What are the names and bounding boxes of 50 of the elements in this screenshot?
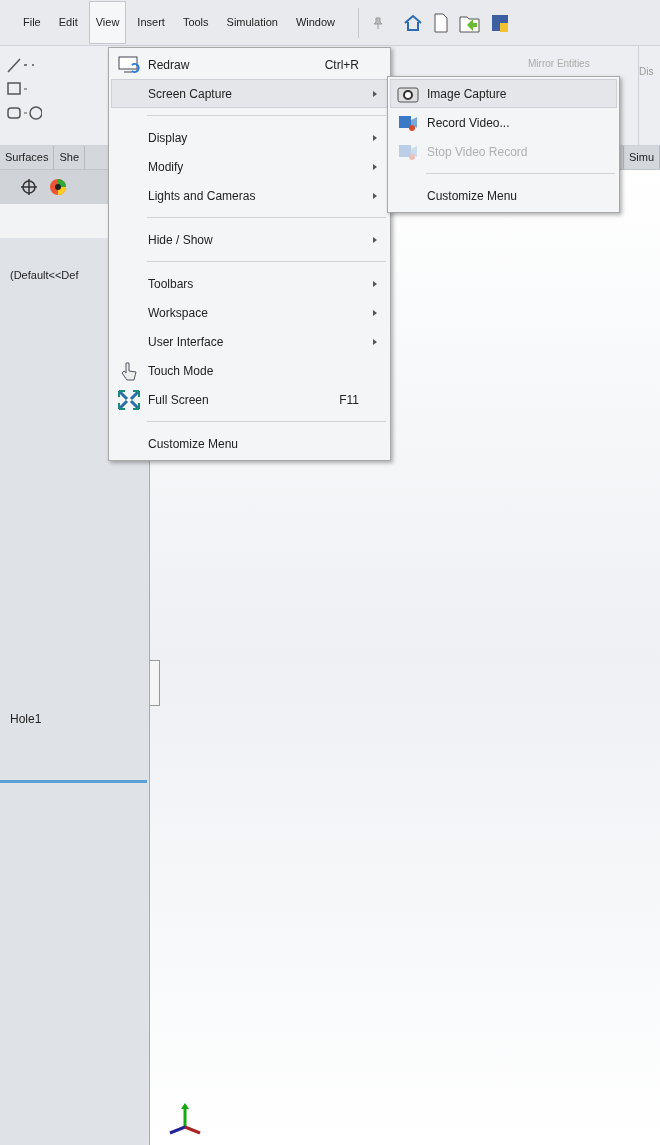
pin-icon[interactable] (373, 16, 384, 29)
menu-item[interactable]: Display (111, 123, 388, 152)
menu-item[interactable]: Customize Menu (390, 181, 617, 210)
monitor-icon (118, 55, 140, 74)
menu-bar-item[interactable]: View (88, 1, 127, 44)
configuration-label: (Default<<Def (10, 269, 79, 281)
slot-tool-icon[interactable] (6, 104, 42, 122)
ribbon-tab[interactable]: Surfaces (0, 146, 55, 169)
submenu-arrow-icon (373, 309, 377, 316)
ribbon-tab[interactable]: She (54, 146, 85, 169)
menu-item[interactable]: User Interface (111, 327, 388, 356)
submenu-arrow-icon (373, 163, 377, 170)
video-camera-icon (397, 113, 419, 132)
menu-bar-item[interactable]: Window (288, 1, 343, 44)
menu-bar-item[interactable]: File (16, 1, 48, 44)
ribbon-tab[interactable]: Simu (622, 146, 660, 169)
menu-item[interactable]: Image Capture (390, 79, 617, 108)
submenu-arrow-icon (373, 134, 377, 141)
color-wheel-icon[interactable] (48, 177, 68, 197)
menu-item[interactable]: Lights and Cameras (111, 181, 388, 210)
menu-item[interactable]: Modify (111, 152, 388, 181)
submenu-arrow-icon (373, 338, 377, 345)
menu-item[interactable]: Toolbars (111, 269, 388, 298)
expand-arrows-icon (118, 389, 140, 410)
save-icon[interactable] (491, 12, 510, 33)
submenu-arrow-icon (373, 236, 377, 243)
home-icon[interactable] (403, 12, 424, 33)
video-camera-icon (397, 142, 419, 161)
menu-bar-item[interactable]: Edit (51, 1, 85, 44)
submenu-arrow-icon (373, 280, 377, 287)
menu-bar-item[interactable]: Simulation (219, 1, 285, 44)
menu-item[interactable]: Customize Menu (111, 429, 388, 458)
menu-item[interactable]: Hide / Show (111, 225, 388, 254)
hand-icon (121, 360, 137, 381)
menu-item[interactable]: Screen Capture (111, 79, 388, 108)
submenu-arrow-icon (373, 192, 377, 199)
menu-item: Stop Video Record (390, 137, 617, 166)
menu-item[interactable]: Full Screen F11 (111, 385, 388, 414)
tree-item[interactable]: Hole1 (10, 712, 42, 726)
menu-item[interactable]: Record Video... (390, 108, 617, 137)
menu-item[interactable]: Workspace (111, 298, 388, 327)
panel-collapse-handle[interactable] (150, 660, 160, 706)
menu-item[interactable]: Touch Mode (111, 356, 388, 385)
crosshair-icon[interactable] (20, 178, 38, 196)
submenu-arrow-icon (373, 90, 377, 97)
menu-bar-item[interactable]: Tools (175, 1, 216, 44)
new-document-icon[interactable] (433, 12, 450, 33)
camera-icon (397, 84, 419, 103)
menu-bar-item[interactable]: Insert (130, 1, 172, 44)
menu-item[interactable]: Redraw Ctrl+R (111, 50, 388, 79)
